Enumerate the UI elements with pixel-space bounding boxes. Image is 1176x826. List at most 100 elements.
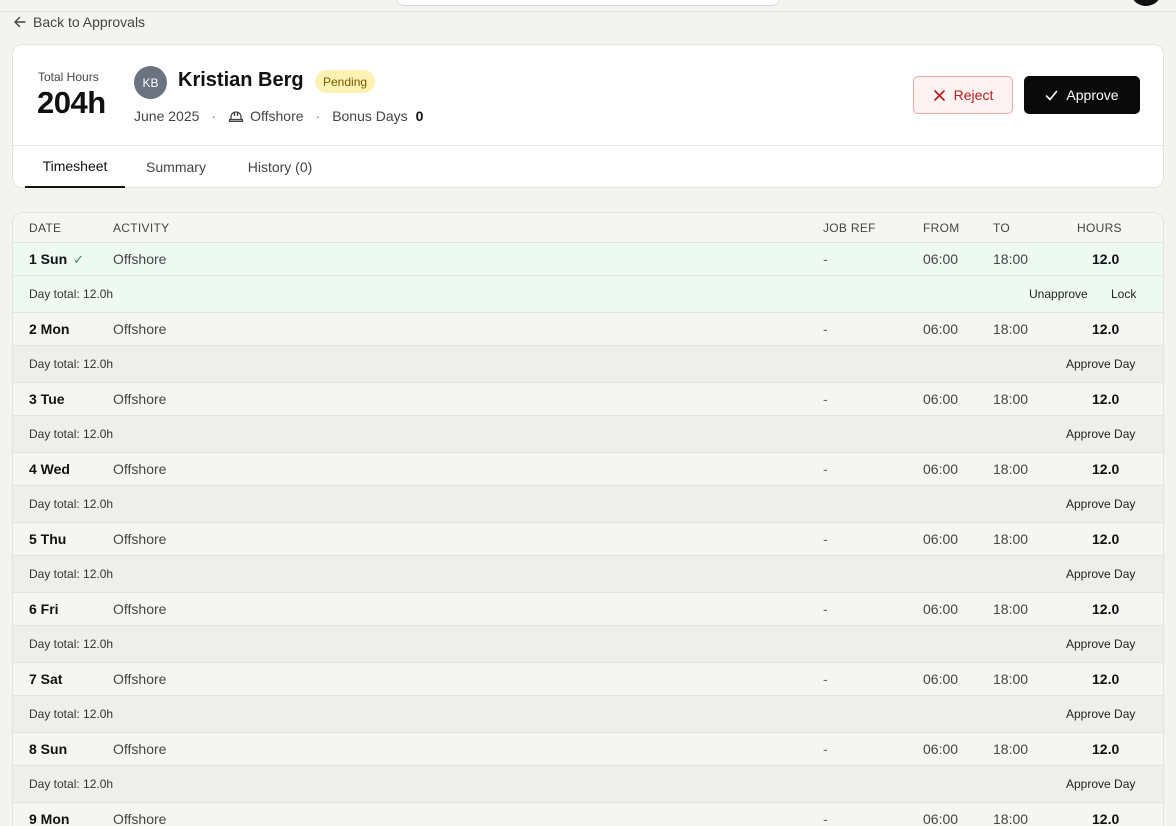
row-to: 18:00	[993, 391, 1029, 407]
table-row[interactable]: 3 Tue Offshore - 06:00 18:00 12.0	[13, 383, 1163, 416]
table-row[interactable]: 2 Mon Offshore - 06:00 18:00 12.0	[13, 313, 1163, 346]
search-input[interactable]	[396, 0, 780, 6]
row-hours: 12.0	[1092, 531, 1120, 547]
bonus-days-value: 0	[415, 108, 424, 124]
row-from: 06:00	[923, 461, 959, 477]
row-to: 18:00	[993, 671, 1029, 687]
reject-button[interactable]: Reject	[913, 76, 1013, 114]
row-job-ref: -	[823, 741, 828, 757]
table-row[interactable]: 1 Sun ✓ Offshore - 06:00 18:00 12.0	[13, 243, 1163, 276]
col-activity: ACTIVITY	[113, 221, 170, 235]
tab-history[interactable]: History (0)	[235, 146, 325, 188]
row-date: 9 Mon	[29, 811, 70, 826]
separator-dot: ·	[315, 108, 321, 124]
row-date: 8 Sun	[29, 741, 68, 757]
row-hours: 12.0	[1092, 321, 1120, 337]
row-hours: 12.0	[1092, 391, 1120, 407]
row-activity: Offshore	[113, 601, 167, 617]
hard-hat-icon	[228, 111, 244, 122]
table-row[interactable]: 7 Sat Offshore - 06:00 18:00 12.0	[13, 663, 1163, 696]
reject-label: Reject	[953, 87, 994, 103]
tab-bar: Timesheet Summary History (0)	[13, 145, 1163, 188]
col-hours: HOURS	[1077, 221, 1122, 235]
day-total-row: Day total: 12.0h Approve Day	[13, 556, 1163, 593]
period: June 2025	[134, 108, 200, 124]
approve-label: Approve	[1066, 87, 1119, 103]
unapprove-button[interactable]: Unapprove	[1029, 287, 1088, 301]
row-job-ref: -	[823, 461, 828, 477]
approve-day-button[interactable]: Approve Day	[1066, 427, 1135, 441]
day-total: Day total: 12.0h	[29, 427, 114, 441]
row-hours: 12.0	[1092, 251, 1120, 267]
row-from: 06:00	[923, 251, 959, 267]
tab-summary[interactable]: Summary	[131, 146, 221, 188]
row-hours: 12.0	[1092, 811, 1120, 826]
row-from: 06:00	[923, 671, 959, 687]
row-hours: 12.0	[1092, 601, 1120, 617]
row-to: 18:00	[993, 601, 1029, 617]
row-hours: 12.0	[1092, 671, 1120, 687]
day-total: Day total: 12.0h	[29, 357, 114, 371]
approve-day-button[interactable]: Approve Day	[1066, 497, 1135, 511]
approved-check-icon: ✓	[73, 252, 85, 267]
day-total-row: Day total: 12.0h Approve Day	[13, 486, 1163, 523]
lock-button[interactable]: Lock	[1111, 287, 1136, 301]
approve-button[interactable]: Approve	[1024, 76, 1140, 114]
day-total-row: Day total: 12.0h Approve Day	[13, 416, 1163, 453]
row-activity: Offshore	[113, 741, 167, 757]
row-from: 06:00	[923, 811, 959, 826]
timesheet-meta: June 2025 · Offshore · Bonus Days 0	[134, 106, 423, 126]
arrow-left-icon	[14, 16, 26, 28]
col-date: DATE	[29, 221, 62, 235]
x-icon	[933, 89, 945, 101]
row-hours: 12.0	[1092, 741, 1120, 757]
row-from: 06:00	[923, 391, 959, 407]
approve-day-button[interactable]: Approve Day	[1066, 777, 1135, 791]
approve-day-button[interactable]: Approve Day	[1066, 567, 1135, 581]
row-job-ref: -	[823, 531, 828, 547]
location: Offshore	[250, 108, 304, 124]
day-total: Day total: 12.0h	[29, 287, 114, 301]
day-total: Day total: 12.0h	[29, 567, 114, 581]
row-to: 18:00	[993, 251, 1029, 267]
back-label: Back to Approvals	[33, 14, 146, 30]
table-row[interactable]: 6 Fri Offshore - 06:00 18:00 12.0	[13, 593, 1163, 626]
back-to-approvals-link[interactable]: Back to Approvals	[13, 13, 145, 31]
day-total-row: Day total: 12.0h Approve Day	[13, 626, 1163, 663]
check-icon	[1046, 90, 1058, 100]
row-to: 18:00	[993, 531, 1029, 547]
table-row[interactable]: 5 Thu Offshore - 06:00 18:00 12.0	[13, 523, 1163, 556]
approve-day-button[interactable]: Approve Day	[1066, 637, 1135, 651]
row-from: 06:00	[923, 531, 959, 547]
separator-dot: ·	[211, 108, 217, 124]
day-total: Day total: 12.0h	[29, 707, 114, 721]
day-total-row: Day total: 12.0h Approve Day	[13, 346, 1163, 383]
col-job-ref: JOB REF	[823, 221, 876, 235]
row-from: 06:00	[923, 741, 959, 757]
row-activity: Offshore	[113, 321, 167, 337]
avatar: KB	[134, 66, 167, 99]
tab-timesheet[interactable]: Timesheet	[25, 146, 125, 188]
table-row[interactable]: 4 Wed Offshore - 06:00 18:00 12.0	[13, 453, 1163, 486]
status-badge: Pending	[315, 70, 376, 93]
row-to: 18:00	[993, 461, 1029, 477]
day-total: Day total: 12.0h	[29, 777, 114, 791]
row-job-ref: -	[823, 811, 828, 826]
row-activity: Offshore	[113, 251, 167, 267]
day-total: Day total: 12.0h	[29, 637, 114, 651]
row-hours: 12.0	[1092, 461, 1120, 477]
row-from: 06:00	[923, 601, 959, 617]
table-row[interactable]: 8 Sun Offshore - 06:00 18:00 12.0	[13, 733, 1163, 766]
table-row[interactable]: 9 Mon Offshore - 06:00 18:00 12.0	[13, 803, 1163, 826]
row-to: 18:00	[993, 321, 1029, 337]
row-job-ref: -	[823, 391, 828, 407]
row-date: 1 Sun	[29, 251, 68, 267]
row-to: 18:00	[993, 741, 1029, 757]
approve-day-button[interactable]: Approve Day	[1066, 357, 1135, 371]
user-avatar[interactable]	[1130, 0, 1162, 6]
day-total: Day total: 12.0h	[29, 497, 114, 511]
approve-day-button[interactable]: Approve Day	[1066, 707, 1135, 721]
row-job-ref: -	[823, 251, 828, 267]
row-date: 6 Fri	[29, 601, 59, 617]
row-activity: Offshore	[113, 671, 167, 687]
